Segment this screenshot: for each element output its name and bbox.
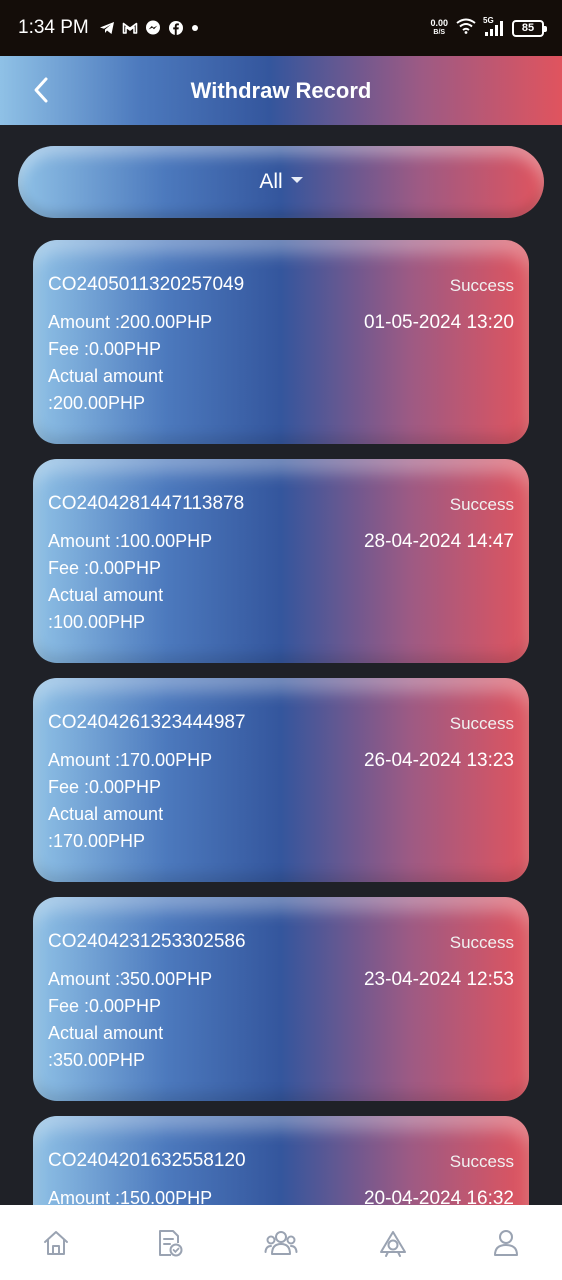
withdraw-record-list[interactable]: CO2405011320257049 Success Amount :200.0… bbox=[33, 240, 529, 1205]
record-id: CO2404201632558120 bbox=[48, 1150, 246, 1171]
record-actual-label: Actual amount bbox=[48, 585, 164, 605]
record-actual-value: :100.00PHP bbox=[48, 612, 146, 632]
messenger-icon bbox=[145, 20, 161, 36]
record-date: 01-05-2024 13:20 bbox=[363, 312, 514, 333]
record-status: Success bbox=[449, 495, 514, 514]
record-card[interactable]: CO2405011320257049 Success Amount :200.0… bbox=[33, 240, 529, 444]
caret-down-icon bbox=[290, 177, 303, 183]
record-id: CO2404231253302586 bbox=[48, 931, 246, 952]
profile-icon bbox=[493, 1229, 518, 1256]
record-card[interactable]: CO2404231253302586 Success Amount :350.0… bbox=[33, 897, 529, 1101]
bottom-navigation bbox=[0, 1205, 562, 1280]
wifi-icon bbox=[456, 18, 476, 39]
record-id: CO2405011320257049 bbox=[48, 274, 245, 295]
dot-icon bbox=[191, 24, 199, 32]
record-status: Success bbox=[449, 1152, 514, 1171]
home-icon bbox=[44, 1230, 69, 1255]
net-speed-value: 0.00 bbox=[430, 18, 448, 28]
record-fee: Fee :0.00PHP bbox=[48, 339, 162, 359]
status-time: 1:34 PM bbox=[18, 17, 89, 38]
network-type: 5G bbox=[483, 16, 494, 25]
status-bar: 1:34 PM 0.00 B/S 5G 85 bbox=[0, 0, 562, 56]
record-actual-value: :200.00PHP bbox=[48, 393, 146, 413]
promotion-icon bbox=[380, 1230, 407, 1257]
record-fee: Fee :0.00PHP bbox=[48, 996, 162, 1016]
team-icon bbox=[264, 1230, 298, 1255]
record-actual-label: Actual amount bbox=[48, 1023, 164, 1043]
telegram-icon bbox=[99, 20, 115, 36]
record-date: 20-04-2024 16:32 bbox=[363, 1188, 514, 1205]
record-fee: Fee :0.00PHP bbox=[48, 558, 162, 578]
nav-team[interactable] bbox=[251, 1213, 311, 1273]
record-date: 23-04-2024 12:53 bbox=[363, 969, 514, 990]
nav-home[interactable] bbox=[26, 1213, 86, 1273]
record-status: Success bbox=[449, 714, 514, 733]
record-card[interactable]: CO2404201632558120 Success Amount :150.0… bbox=[33, 1116, 529, 1205]
record-card[interactable]: CO2404281447113878 Success Amount :100.0… bbox=[33, 459, 529, 663]
record-id: CO2404281447113878 bbox=[48, 493, 245, 514]
record-amount: Amount :150.00PHP bbox=[48, 1188, 213, 1205]
record-amount: Amount :350.00PHP bbox=[48, 969, 213, 989]
facebook-icon bbox=[168, 20, 184, 36]
record-amount: Amount :200.00PHP bbox=[48, 312, 213, 332]
net-speed: 0.00 B/S bbox=[430, 19, 448, 37]
app-header: Withdraw Record bbox=[0, 56, 562, 125]
nav-orders[interactable] bbox=[139, 1213, 199, 1273]
record-amount: Amount :170.00PHP bbox=[48, 750, 213, 770]
record-date: 26-04-2024 13:23 bbox=[363, 750, 514, 771]
net-speed-unit: B/S bbox=[433, 29, 446, 36]
status-filter-dropdown[interactable]: All bbox=[18, 146, 544, 218]
record-id: CO2404261323444987 bbox=[48, 712, 246, 733]
record-date: 28-04-2024 14:47 bbox=[363, 531, 514, 552]
record-fee: Fee :0.00PHP bbox=[48, 777, 162, 797]
chevron-left-icon bbox=[34, 77, 48, 103]
record-status: Success bbox=[449, 933, 514, 952]
record-actual-label: Actual amount bbox=[48, 804, 164, 824]
record-amount: Amount :100.00PHP bbox=[48, 531, 213, 551]
gmail-icon bbox=[122, 20, 138, 36]
notification-icons bbox=[99, 20, 199, 36]
record-status: Success bbox=[449, 276, 514, 295]
page-title: Withdraw Record bbox=[190, 77, 372, 103]
nav-promotion[interactable] bbox=[363, 1213, 423, 1273]
nav-profile[interactable] bbox=[476, 1213, 536, 1273]
filter-selected-label: All bbox=[259, 170, 283, 193]
back-button[interactable] bbox=[24, 72, 60, 108]
record-actual-label: Actual amount bbox=[48, 366, 164, 386]
record-actual-value: :350.00PHP bbox=[48, 1050, 146, 1070]
orders-icon bbox=[158, 1229, 183, 1256]
status-right: 0.00 B/S 5G 85 bbox=[430, 16, 547, 39]
record-actual-value: :170.00PHP bbox=[48, 831, 146, 851]
battery-icon: 85 bbox=[512, 19, 547, 37]
signal-icon: 5G bbox=[483, 16, 504, 36]
record-card[interactable]: CO2404261323444987 Success Amount :170.0… bbox=[33, 678, 529, 882]
